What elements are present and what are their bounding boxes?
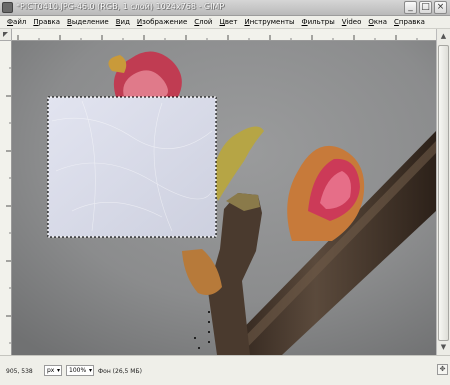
- photo-grapevine-buds: [12, 41, 436, 355]
- vertical-ruler-ticks: [6, 67, 11, 344]
- horizontal-ruler-ticks: [17, 35, 418, 40]
- status-bar: 905, 538 px ▾ 100% ▾ Фон (26,5 МБ) ✥: [0, 355, 450, 385]
- scrollbar-thumb[interactable]: [438, 45, 449, 341]
- menu-tools[interactable]: Инструменты: [244, 18, 294, 26]
- title-bar[interactable]: *PICT0410.JPG-46.0 (RGB, 1 слой) 1024x76…: [0, 0, 450, 16]
- menu-edit[interactable]: Правка: [33, 18, 60, 26]
- menu-view[interactable]: Вид: [116, 18, 130, 26]
- menu-filters[interactable]: Фильтры: [302, 18, 335, 26]
- zoom-selector[interactable]: 100% ▾: [66, 365, 94, 376]
- zoom-value: 100%: [69, 367, 87, 374]
- navigate-icon: ✥: [439, 365, 446, 373]
- window-title: *PICT0410.JPG-46.0 (RGB, 1 слой) 1024x76…: [16, 2, 225, 11]
- menu-colors[interactable]: Цвет: [219, 18, 237, 26]
- unit-selector[interactable]: px ▾: [44, 365, 62, 376]
- menu-layer[interactable]: Слой: [194, 18, 212, 26]
- vertical-ruler[interactable]: [0, 41, 12, 355]
- unit-value: px: [47, 367, 55, 374]
- pointer-coordinates: 905, 538: [6, 368, 33, 375]
- chevron-down-icon: ▾: [88, 367, 92, 374]
- navigate-button[interactable]: ✥: [437, 364, 448, 375]
- minimize-button[interactable]: _: [404, 1, 417, 14]
- menu-windows[interactable]: Окна: [368, 18, 387, 26]
- scroll-down-arrow-icon[interactable]: ▼: [439, 343, 448, 352]
- menu-file[interactable]: Файл: [7, 18, 26, 26]
- menu-image[interactable]: Изображение: [137, 18, 187, 26]
- close-button[interactable]: ×: [434, 1, 447, 14]
- chevron-down-icon: ▾: [56, 367, 60, 374]
- menu-video[interactable]: Video: [342, 18, 362, 26]
- menu-select[interactable]: Выделение: [67, 18, 109, 26]
- scroll-up-arrow-icon[interactable]: ▲: [439, 32, 448, 41]
- menu-help[interactable]: Справка: [394, 18, 425, 26]
- status-message: Фон (26,5 МБ): [98, 368, 142, 375]
- window-controls: _ □ ×: [404, 1, 447, 14]
- horizontal-ruler[interactable]: [12, 29, 436, 41]
- maximize-button[interactable]: □: [419, 1, 432, 14]
- gimp-app-icon: [2, 2, 13, 13]
- menu-bar: Файл Правка Выделение Вид Изображение Сл…: [0, 16, 450, 29]
- menu-arrow-icon: [3, 32, 8, 37]
- image-canvas[interactable]: [12, 41, 436, 355]
- ruler-corner-menu-button[interactable]: [0, 29, 12, 41]
- vertical-scrollbar[interactable]: ▲ ▼: [436, 29, 450, 355]
